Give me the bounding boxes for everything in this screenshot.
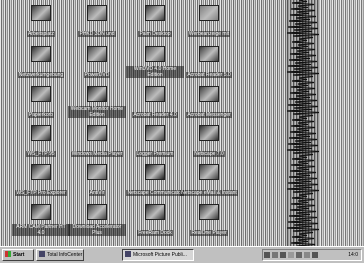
desktop-icon-label: PHKD 3DN und	[78, 31, 116, 37]
desktop-icon-label: AntiVir	[88, 190, 106, 196]
desktop-icon[interactable]: Palm Desktop	[126, 4, 184, 38]
desktop-icon[interactable]: FreeRam Dock	[126, 203, 184, 237]
desktop-icon[interactable]: ARM CAM Partner HT 4.0	[12, 203, 70, 237]
desktop-icon[interactable]: Werbeanzeige mit	[180, 4, 238, 38]
desktop-icon[interactable]: Arbeitsplatz	[12, 4, 70, 38]
task-button-infocenter[interactable]: Total InfoCenter	[36, 249, 84, 261]
desktop-icon-label: WS_FTP 95	[26, 151, 56, 157]
netscape-communicator-icon	[145, 164, 165, 180]
windows-logo-icon	[5, 251, 11, 257]
desktop-icon[interactable]: Netzwerkumgebung	[12, 45, 70, 79]
desktop-icon-label: Download Accelerator Plus	[68, 224, 126, 236]
clock: 14:0	[348, 252, 358, 258]
folder-icon	[199, 5, 219, 21]
desktop-icon[interactable]: WS_FTP Pro Explorer	[12, 163, 70, 197]
tray-icon[interactable]	[288, 252, 294, 258]
desktop-icon[interactable]: PowerDVD	[68, 45, 126, 79]
palm-desktop-icon	[145, 5, 165, 21]
recycle-bin-icon	[31, 86, 51, 102]
desktop-icon-label: Arbeitsplatz	[26, 31, 56, 37]
desktop-icon-label: Werbeanzeige mit	[187, 31, 231, 37]
desktop-icon-label: Windows Media Player	[70, 151, 124, 157]
wallpaper-noise-band	[286, 0, 320, 246]
desktop-icon[interactable]: Acrobat Messenger	[180, 85, 238, 119]
desktop-icon[interactable]: Logger Premium	[126, 124, 184, 158]
netscape-mail-icon	[199, 164, 219, 180]
desktop-icon-label: RealOne Player	[190, 230, 228, 236]
antivirus-icon	[87, 164, 107, 180]
wsftp-icon	[31, 125, 51, 141]
desktop: Arbeitsplatz PHKD 3DN und Palm Desktop Werb…	[0, 0, 364, 246]
system-tray: 14:0	[262, 249, 362, 261]
desktop-icon[interactable]: Acrobat Reader 4.0	[126, 85, 184, 119]
network-icon	[87, 5, 107, 21]
tray-icon[interactable]	[280, 252, 286, 258]
powerdvd-icon	[87, 46, 107, 62]
tray-icon[interactable]	[304, 252, 310, 258]
desktop-icon-label: FreeRam Dock	[137, 230, 173, 236]
webcam-icon	[87, 86, 107, 102]
desktop-icon[interactable]: AntiVir	[68, 163, 126, 197]
desktop-icon[interactable]: WS_FTP 95	[12, 124, 70, 158]
desktop-icon[interactable]: Windows Media Player	[68, 124, 126, 158]
my-computer-icon	[31, 5, 51, 21]
acrobat-reader-4-icon	[145, 86, 165, 102]
wallpaper-noise-line	[286, 0, 320, 246]
desktop-icon-label: Netzwerkumgebung	[17, 72, 65, 78]
desktop-icon[interactable]: PHKD 3DN und	[68, 4, 126, 38]
ftp-explorer-icon	[31, 164, 51, 180]
desktop-icon-label: Acrobat Reader 4.0	[132, 112, 178, 118]
desktop-icon[interactable]: Netscape 7.0	[180, 124, 238, 158]
tray-icon[interactable]	[264, 252, 270, 258]
infocenter-icon	[39, 251, 45, 257]
tray-icon[interactable]	[272, 252, 278, 258]
picture-publisher-icon	[125, 251, 131, 257]
desktop-icon-label: Papierkorb	[27, 112, 55, 118]
winwav-icon	[145, 46, 165, 62]
start-button[interactable]: Start	[2, 249, 34, 261]
alogger-icon	[145, 125, 165, 141]
netscape-icon	[199, 125, 219, 141]
desktop-icon[interactable]: Download Accelerator Plus	[68, 203, 126, 237]
desktop-icon-label: Logger Premium	[135, 151, 175, 157]
desktop-icon[interactable]: Netscape eMail & Instant	[180, 163, 238, 197]
desktop-icon-label: Netscape Communicator	[126, 190, 184, 196]
tray-icon[interactable]	[312, 252, 318, 258]
acrobat-messenger-icon	[199, 86, 219, 102]
desktop-icon-label: WinDVD 4.0 Home Edition	[126, 66, 184, 78]
task-button-picture-publisher[interactable]: Microsoft Picture Publi...	[122, 249, 194, 261]
volume-icon[interactable]	[296, 252, 302, 258]
desktop-icon-label: Palm Desktop	[138, 31, 172, 37]
desktop-icon-label: Netscape 7.0	[193, 151, 225, 157]
arm-cam-icon	[31, 204, 51, 220]
desktop-icon-label: ARM CAM Partner HT 4.0	[12, 224, 70, 236]
desktop-icon[interactable]: WinDVD 4.0 Home Edition	[126, 45, 184, 79]
realone-icon	[199, 204, 219, 220]
desktop-icon-label: WS_FTP Pro Explorer	[15, 190, 67, 196]
windows-media-player-icon	[87, 125, 107, 141]
desktop-icon-label: Netscape eMail & Instant	[180, 190, 238, 196]
desktop-icon-label: PowerDVD	[83, 72, 111, 78]
desktop-icon-label: Webcam Monitor Home Edition	[68, 106, 126, 118]
taskbar: Start Total InfoCenter Microsoft Picture…	[0, 246, 364, 263]
download-accelerator-icon	[87, 204, 107, 220]
wallpaper-right-stripes	[320, 0, 364, 246]
acrobat-reader-icon	[199, 46, 219, 62]
desktop-icon[interactable]: Acrobat Reader 5.0	[180, 45, 238, 79]
desktop-icon[interactable]: Webcam Monitor Home Edition	[68, 85, 126, 119]
desktop-icon[interactable]: Netscape Communicator	[126, 163, 184, 197]
desktop-icon[interactable]: Papierkorb	[12, 85, 70, 119]
desktop-icon-label: Acrobat Messenger	[186, 112, 232, 118]
desktop-icon[interactable]: RealOne Player	[180, 203, 238, 237]
network-neighborhood-icon	[31, 46, 51, 62]
desktop-icon-label: Acrobat Reader 5.0	[186, 72, 232, 78]
freeram-icon	[145, 204, 165, 220]
